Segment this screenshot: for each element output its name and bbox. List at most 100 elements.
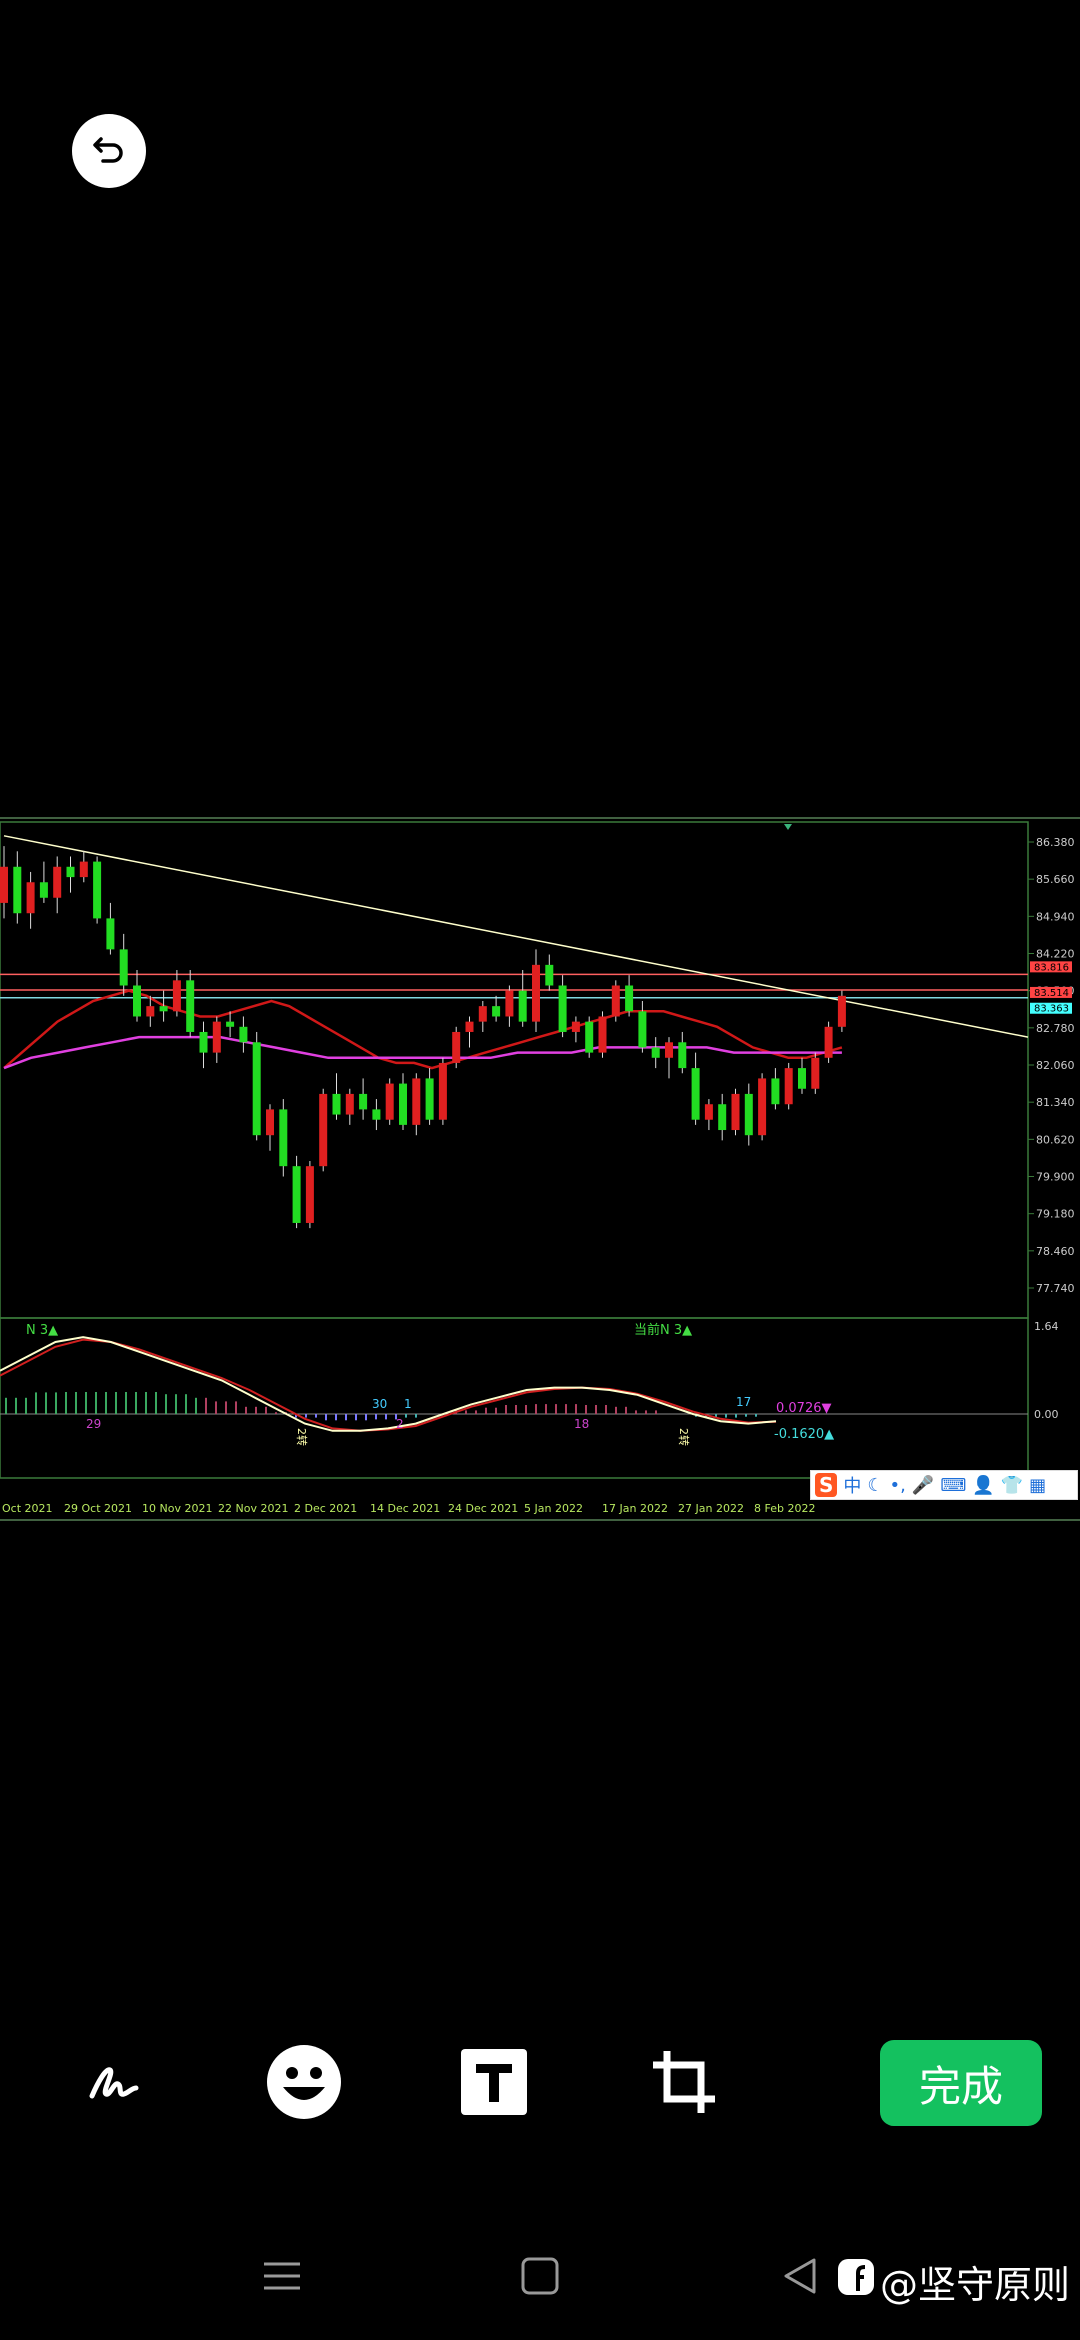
home-square-icon	[520, 2256, 560, 2300]
ime-toolbar[interactable]: S 中 ☾ •, 🎤 ⌨ 👤 👕 ▦	[810, 1470, 1078, 1500]
ime-grid-icon[interactable]: ▦	[1029, 1475, 1046, 1496]
ime-punct-icon[interactable]: •,	[890, 1475, 906, 1496]
price-pane	[0, 821, 1029, 1319]
candle	[704, 1104, 713, 1120]
candle	[518, 990, 527, 1022]
ime-skin-icon[interactable]: 👕	[1001, 1475, 1023, 1496]
chart-image: 86.38085.66084.94084.22083.50082.78082.0…	[0, 816, 1080, 1522]
candle	[771, 1078, 780, 1105]
candle	[332, 1093, 341, 1115]
indicator-zero-label: 0.00	[1034, 1408, 1059, 1421]
candle	[212, 1021, 221, 1053]
ime-night-icon[interactable]: ☾	[867, 1475, 883, 1496]
crop-icon	[649, 2047, 719, 2121]
candle	[119, 949, 128, 986]
edit-toolbar: 完成	[0, 2020, 1080, 2150]
price-tick: 85.660	[1036, 873, 1075, 886]
draw-tool-button[interactable]	[68, 2038, 160, 2130]
watermark: @坚守原则	[836, 2254, 1070, 2309]
date-tick: 29 Oct 2021	[64, 1502, 132, 1515]
candle	[372, 1109, 381, 1120]
price-tick: 84.220	[1036, 948, 1075, 961]
candle	[39, 882, 48, 898]
candle	[638, 1011, 647, 1048]
undo-icon	[89, 129, 129, 173]
candle	[678, 1042, 687, 1069]
crop-tool-button[interactable]	[638, 2038, 730, 2130]
candle	[345, 1093, 354, 1115]
candle	[571, 1021, 580, 1032]
done-button[interactable]: 完成	[880, 2040, 1042, 2126]
home-button[interactable]	[510, 2248, 570, 2308]
candle	[625, 985, 634, 1012]
candle	[492, 1006, 501, 1017]
candle	[665, 1042, 673, 1058]
candle	[133, 985, 141, 1017]
smiley-icon	[265, 2043, 343, 2125]
price-label: 83.363	[1034, 1004, 1069, 1015]
candle	[784, 1068, 793, 1105]
price-tick: 86.380	[1036, 836, 1075, 849]
watermark-text: @坚守原则	[880, 2263, 1071, 2307]
candle	[824, 1026, 833, 1058]
price-tick: 79.180	[1036, 1208, 1075, 1221]
trendline	[3, 835, 1029, 1038]
price-tick: 81.340	[1036, 1096, 1075, 1109]
sticker-tool-button[interactable]	[258, 2038, 350, 2130]
ime-mic-icon[interactable]: 🎤	[912, 1475, 934, 1496]
candle	[79, 861, 88, 878]
candle	[691, 1068, 700, 1120]
candle	[26, 882, 35, 914]
text-tool-button[interactable]	[448, 2038, 540, 2130]
weibo-logo-icon	[836, 2257, 876, 2306]
ime-chinese-toggle[interactable]: 中	[843, 1472, 861, 1498]
candle	[532, 964, 540, 1022]
price-tick: 78.460	[1036, 1245, 1075, 1258]
indicator-top-value: 1.64	[1034, 1320, 1059, 1333]
candle	[13, 866, 22, 914]
text-T-icon	[460, 2048, 528, 2120]
candle	[239, 1026, 248, 1043]
candle	[505, 990, 514, 1017]
candle	[478, 1006, 487, 1022]
candle	[651, 1047, 660, 1058]
candle	[744, 1093, 753, 1136]
ime-keyboard-icon[interactable]: ⌨	[940, 1475, 966, 1496]
indicator-red-line	[0, 1338, 777, 1432]
candle	[66, 866, 75, 878]
date-tick: 10 Nov 2021	[142, 1502, 212, 1515]
indicator-value-magenta: 0.0726▼	[776, 1401, 832, 1416]
candle	[811, 1057, 820, 1089]
date-tick: 22 Nov 2021	[218, 1502, 288, 1515]
chart-svg: 86.38085.66084.94084.22083.50082.78082.0…	[0, 817, 1080, 1521]
price-label: 83.816	[1034, 962, 1069, 973]
candle	[146, 1006, 155, 1017]
candle	[226, 1021, 235, 1027]
price-tick: 79.900	[1036, 1171, 1075, 1184]
candle	[385, 1083, 394, 1120]
menu-button[interactable]	[252, 2248, 312, 2308]
menu-icon	[262, 2256, 302, 2300]
back-button[interactable]	[770, 2248, 830, 2308]
indicator-white-line	[0, 1336, 777, 1432]
candle	[305, 1166, 314, 1223]
candle	[837, 995, 846, 1027]
ime-user-icon[interactable]: 👤	[972, 1475, 994, 1496]
date-tick: 24 Dec 2021	[448, 1502, 518, 1515]
candle	[319, 1093, 328, 1167]
ime-logo[interactable]: S	[815, 1473, 838, 1497]
candle	[186, 980, 195, 1032]
candle	[93, 861, 102, 919]
date-tick: 17 Jan 2022	[602, 1502, 668, 1515]
price-tick: 82.780	[1036, 1022, 1075, 1035]
undo-button[interactable]	[72, 114, 146, 188]
indicator-count: 2	[396, 1417, 404, 1431]
candle	[53, 866, 62, 898]
price-tick: 80.620	[1036, 1133, 1075, 1146]
candle	[718, 1104, 727, 1131]
indicator-count: 1	[404, 1397, 412, 1411]
indicator-label-center: 当前N 3▲	[634, 1322, 692, 1338]
ma-red-line	[3, 989, 843, 1070]
candle	[106, 918, 115, 950]
candle	[598, 1016, 607, 1053]
